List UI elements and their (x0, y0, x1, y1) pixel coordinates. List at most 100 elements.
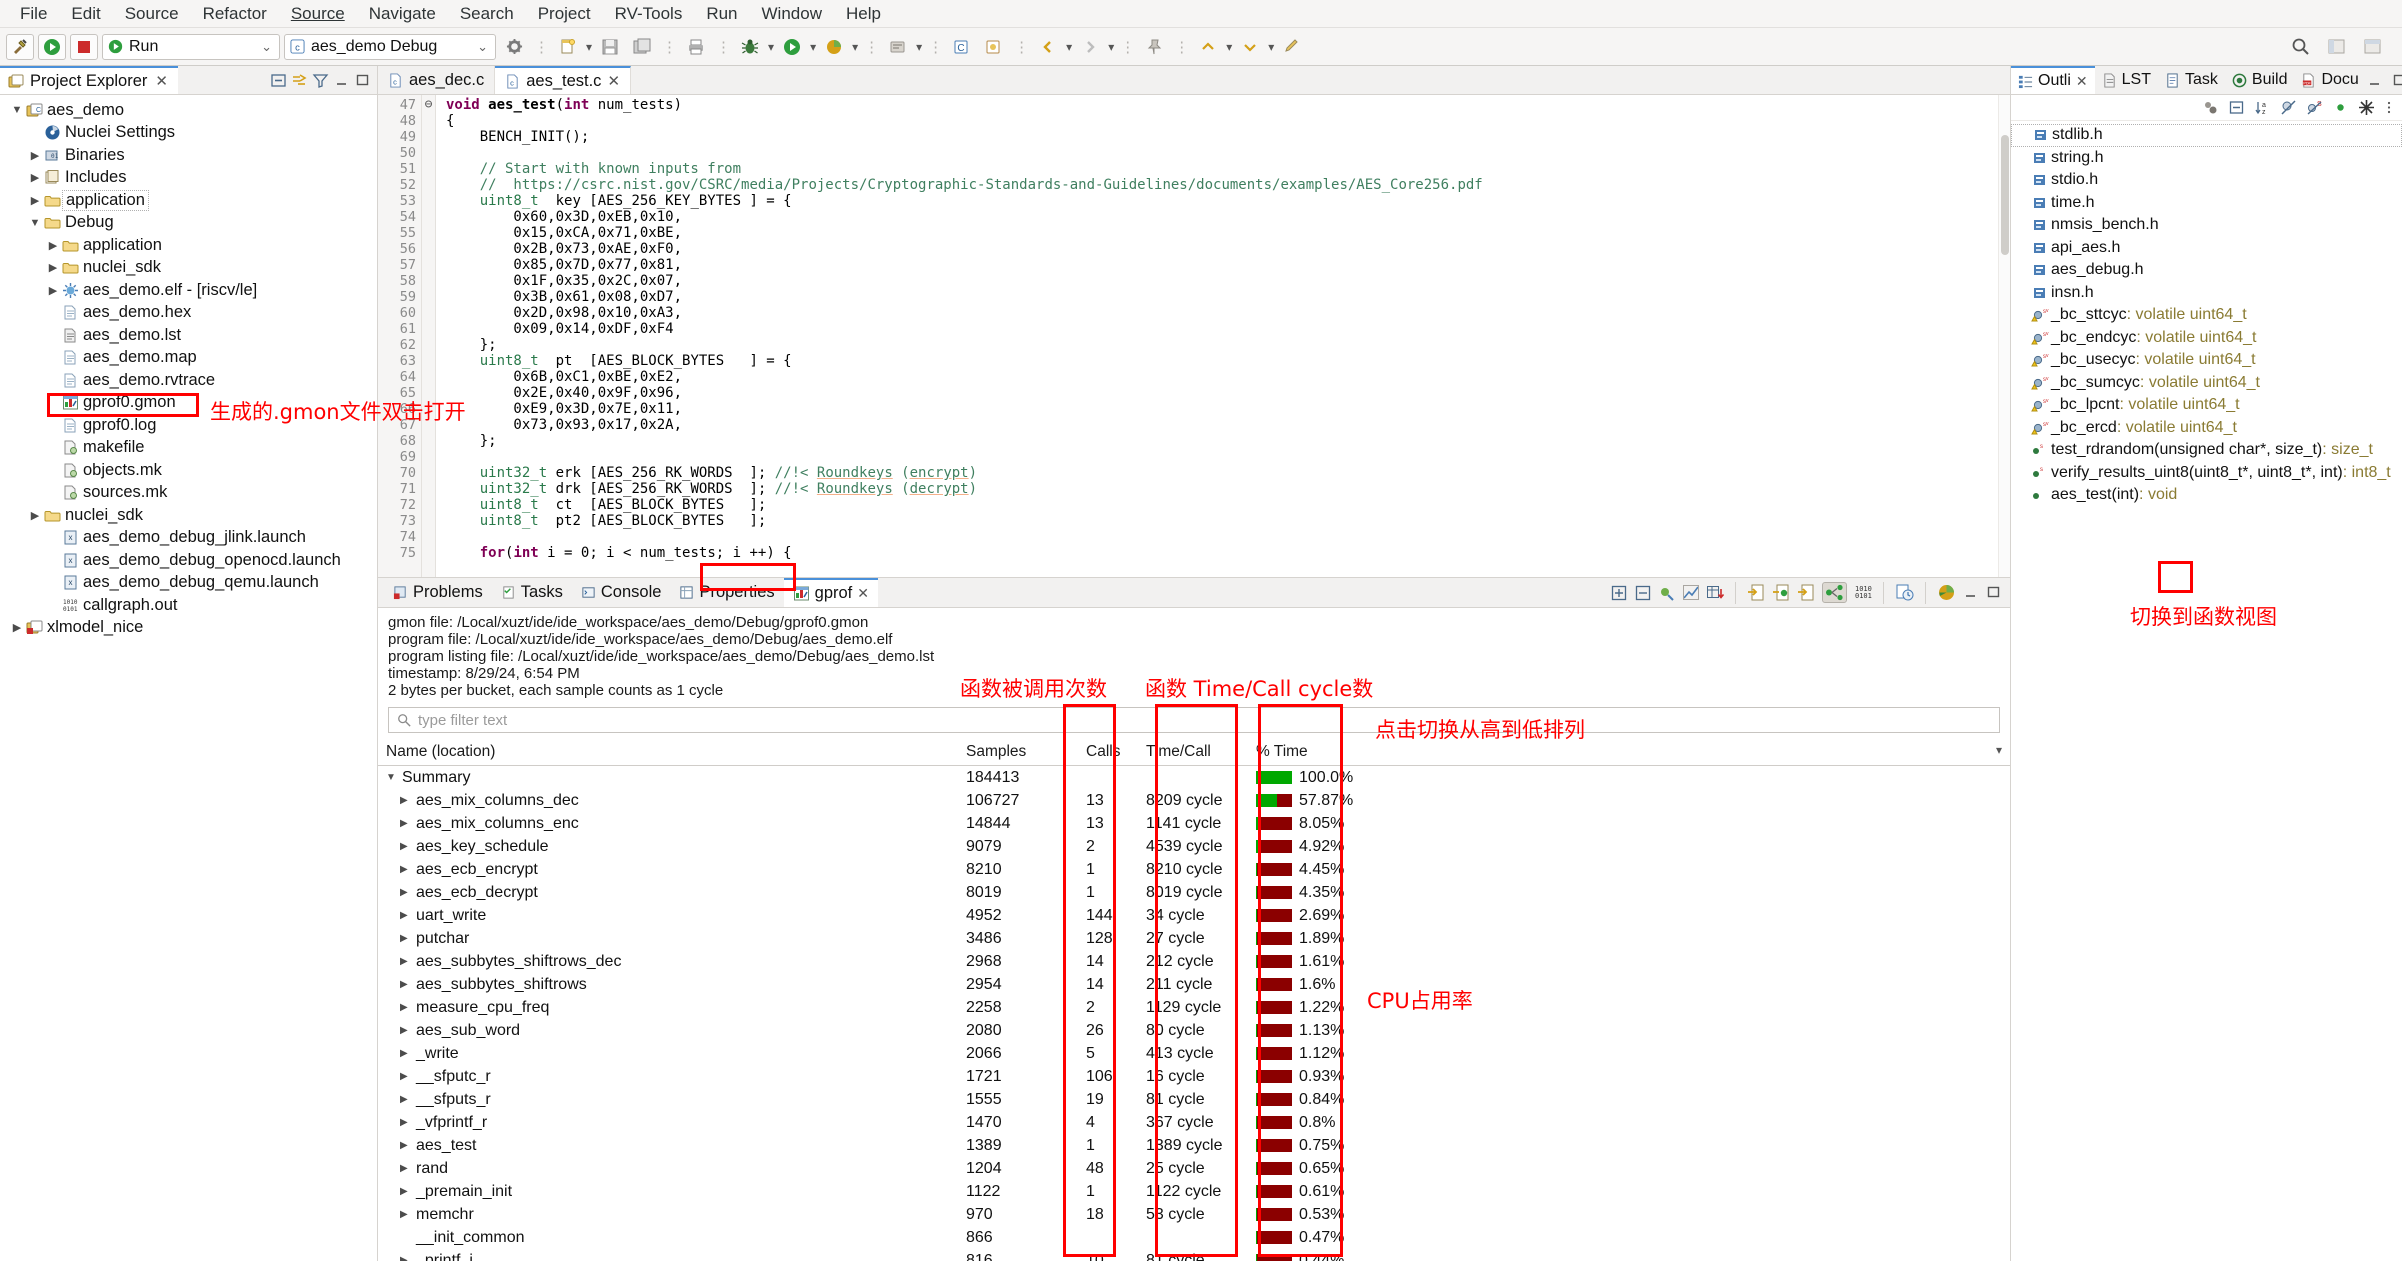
table-row[interactable]: ▶ _premain_init 1122 1 1122 cycle 0.61% (378, 1180, 2010, 1203)
code-line[interactable]: 0x2D,0x98,0x10,0xA3, (446, 305, 1998, 321)
code-lines[interactable]: void aes_test(int num_tests){ BENCH_INIT… (436, 95, 1998, 577)
chevron-right-icon[interactable]: ▶ (400, 1209, 416, 1220)
chevron-right-icon[interactable]: ▶ (400, 1117, 416, 1128)
table-row[interactable]: ▶ aes_mix_columns_enc 14844 13 1141 cycle 8.0… (378, 812, 2010, 835)
code-line[interactable]: uint32_t erk [AES_256_RK_WORDS ]; //!< R… (446, 465, 1998, 481)
fold-marker[interactable] (422, 161, 435, 177)
tree-item[interactable]: ▼ Debug (0, 212, 377, 235)
hide-static-members-icon[interactable]: S (2306, 99, 2323, 116)
search-icon[interactable] (2286, 34, 2314, 60)
external-tools-dropdown-icon[interactable]: ▾ (916, 40, 922, 54)
toolbar-drag-handle[interactable]: ⋮ (926, 38, 944, 56)
stop-button[interactable] (70, 33, 98, 60)
menu-item-source[interactable]: Source (113, 2, 191, 26)
column-header-time-call[interactable]: Time/Call (1138, 739, 1248, 766)
chevron-right-icon[interactable]: ▶ (46, 261, 60, 274)
code-line[interactable]: 0x60,0x3D,0xEB,0x10, (446, 209, 1998, 225)
fold-marker[interactable] (422, 177, 435, 193)
fold-marker[interactable] (422, 273, 435, 289)
table-row[interactable]: ▶ aes_subbytes_shiftrows_dec 2968 14 212 cyc… (378, 950, 2010, 973)
tree-item[interactable]: aes_demo.lst (0, 324, 377, 347)
table-row[interactable]: ▶ __sfputs_r 1555 19 81 cycle 0.84% (378, 1088, 2010, 1111)
fold-marker[interactable] (422, 449, 435, 465)
bottom-tab-properties[interactable]: Properties (670, 578, 783, 607)
chevron-right-icon[interactable]: ▶ (400, 1140, 416, 1151)
toolbar-drag-handle[interactable]: ⋮ (532, 38, 550, 56)
fold-marker[interactable] (422, 321, 435, 337)
tree-item[interactable]: 1010 0101 callgraph.out (0, 594, 377, 617)
code-line[interactable]: 0x6B,0xC1,0xBE,0xE2, (446, 369, 1998, 385)
toolbar-drag-handle[interactable]: ⋮ (714, 38, 732, 56)
table-header-row[interactable]: Name (location) Samples Calls Time/Call% Ti… (378, 739, 2010, 766)
fold-marker[interactable] (422, 305, 435, 321)
view-menu-filter-icon[interactable] (312, 72, 329, 89)
menu-item-run[interactable]: Run (694, 2, 749, 26)
new-file-button[interactable] (554, 34, 582, 60)
table-row[interactable]: ▶ aes_ecb_decrypt 8019 1 8019 cycle 4.35% (378, 881, 2010, 904)
outline-tab-build[interactable]: Build (2225, 66, 2295, 94)
chevron-right-icon[interactable]: ▶ (400, 933, 416, 944)
chevron-right-icon[interactable]: ▶ (28, 194, 42, 207)
back-dropdown-icon[interactable]: ▾ (1066, 40, 1072, 54)
close-icon[interactable]: ✕ (2076, 73, 2088, 90)
hide-fields-icon[interactable] (2280, 99, 2297, 116)
chevron-right-icon[interactable]: ▶ (400, 956, 416, 967)
project-tree[interactable]: ▼ Caes_demo Nuclei Settings ▶ 01 Binaries ▶ Inc… (0, 95, 377, 1261)
view-minimize-icon[interactable] (1962, 584, 1979, 601)
run-mode-combo[interactable]: Run ⌄ (102, 33, 280, 60)
chevron-right-icon[interactable]: ▶ (400, 1163, 416, 1174)
code-line[interactable]: uint32_t drk [AES_256_RK_WORDS ]; //!< R… (446, 481, 1998, 497)
print-button[interactable] (682, 34, 710, 60)
perspective-debug-icon[interactable] (2358, 34, 2386, 60)
gprof-table-scroll[interactable]: Name (location) Samples Calls Time/Call% Ti… (378, 739, 2010, 1261)
view-menu-icon[interactable] (2384, 99, 2394, 116)
close-icon[interactable]: ✕ (155, 72, 168, 90)
code-line[interactable]: uint8_t ct [AES_BLOCK_BYTES ]; (446, 497, 1998, 513)
outline-list[interactable]: stdlib.h string.h stdio.h time.h nmsis_bench… (2011, 121, 2402, 1261)
fold-marker[interactable] (422, 369, 435, 385)
chevron-right-icon[interactable]: ▶ (400, 1025, 416, 1036)
outline-item[interactable]: s v _bc_lpcnt : volatile uint64_t (2011, 394, 2402, 417)
outline-item[interactable]: aes_debug.h (2011, 259, 2402, 282)
outline-tab-docu[interactable]: PDF Docu (2294, 66, 2365, 94)
table-row[interactable]: ▶ aes_key_schedule 9079 2 4539 cycle 4.92% (378, 835, 2010, 858)
menu-item-source[interactable]: Source (279, 2, 357, 26)
fold-marker[interactable] (422, 129, 435, 145)
folding-gutter[interactable]: ⊖ (422, 95, 436, 577)
outline-item[interactable]: stdlib.h (2011, 124, 2402, 147)
source-editor[interactable]: 47 48 49 50 51 52 53 54 55 56 57 58 59 60 61 62 63 64 65 66… (378, 95, 2010, 577)
gprof-table[interactable]: Name (location) Samples Calls Time/Call% Ti… (378, 739, 2010, 1261)
chevron-right-icon[interactable]: ▶ (28, 171, 42, 184)
tree-item[interactable]: aes_demo.rvtrace (0, 369, 377, 392)
chevron-right-icon[interactable]: ▶ (400, 1048, 416, 1059)
tree-item[interactable]: ▶ aes_demo.elf - [riscv/le] (0, 279, 377, 302)
chevron-right-icon[interactable]: ▶ (400, 979, 416, 990)
fold-marker[interactable]: ⊖ (422, 97, 435, 113)
tree-item[interactable]: ▼ Caes_demo (0, 99, 377, 122)
sort-samples-icon[interactable] (1658, 584, 1676, 602)
menu-item-navigate[interactable]: Navigate (357, 2, 448, 26)
tree-item[interactable]: objects.mk (0, 459, 377, 482)
code-line[interactable]: 0x2B,0x73,0xAE,0xF0, (446, 241, 1998, 257)
tab-project-explorer[interactable]: Project Explorer ✕ (0, 66, 178, 94)
toolbar-drag-handle[interactable]: ⋮ (1172, 38, 1190, 56)
hide-non-public-icon[interactable] (2332, 99, 2349, 116)
menu-item-file[interactable]: File (8, 2, 59, 26)
outline-item[interactable]: s v _bc_sumcyc : volatile uint64_t (2011, 372, 2402, 395)
table-row[interactable]: ▶ aes_subbytes_shiftrows 2954 14 211 cycle 1.… (378, 973, 2010, 996)
outline-item[interactable]: nmsis_bench.h (2011, 214, 2402, 237)
debug-button[interactable] (736, 34, 764, 60)
code-line[interactable] (446, 529, 1998, 545)
outline-tab-outli[interactable]: Outli ✕ (2011, 66, 2095, 94)
tree-item[interactable]: x aes_demo_debug_qemu.launch (0, 572, 377, 595)
chevron-down-icon[interactable]: ⌄ (474, 39, 491, 55)
editor-vertical-scrollbar[interactable] (1998, 95, 2010, 577)
next-annotation-button[interactable] (1236, 34, 1264, 60)
chevron-down-icon[interactable]: ▼ (386, 772, 402, 783)
back-button[interactable] (1034, 34, 1062, 60)
chevron-right-icon[interactable]: ▶ (28, 149, 42, 162)
fold-marker[interactable] (422, 529, 435, 545)
outline-tab-task[interactable]: Task (2158, 66, 2225, 94)
table-row[interactable]: ▶ aes_test 1389 1 1389 cycle 0.75% (378, 1134, 2010, 1157)
collapse-all-icon[interactable] (2228, 99, 2245, 116)
